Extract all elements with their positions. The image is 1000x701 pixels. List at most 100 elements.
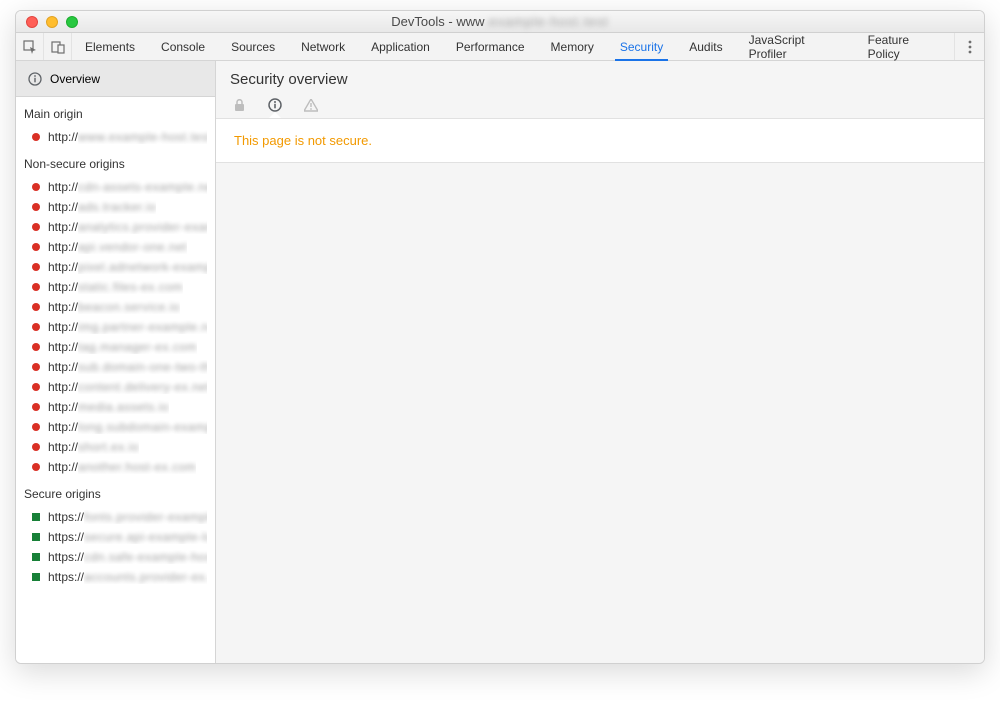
origin-url: http://beacon.service.io xyxy=(48,300,180,314)
tab-sources[interactable]: Sources xyxy=(218,33,288,60)
secure-indicator-icon xyxy=(32,513,40,521)
origin-item[interactable]: http://pixel.adnetwork-example.org xyxy=(16,257,215,277)
close-window-button[interactable] xyxy=(26,16,38,28)
origin-scheme: http:// xyxy=(48,420,78,434)
tab-console[interactable]: Console xyxy=(148,33,218,60)
origin-url: https://accounts.provider-ex.com xyxy=(48,570,207,584)
origin-host: media.assets.io xyxy=(78,400,169,414)
origin-item[interactable]: http://media.assets.io xyxy=(16,397,215,417)
origin-host: img.partner-example.net xyxy=(78,320,207,334)
zoom-window-button[interactable] xyxy=(66,16,78,28)
origin-host: cdn.safe-example-host.io xyxy=(84,550,207,564)
origin-host: another.host-ex.com xyxy=(78,460,196,474)
origin-host: secure.api-example-long.net xyxy=(84,530,207,544)
tab-performance[interactable]: Performance xyxy=(443,33,538,60)
origin-host: fonts.provider-example.com xyxy=(84,510,207,524)
secure-indicator-icon xyxy=(32,533,40,541)
tab-feature-policy[interactable]: Feature Policy xyxy=(855,33,954,60)
insecure-indicator-icon xyxy=(32,223,40,231)
origin-item[interactable]: http://beacon.service.io xyxy=(16,297,215,317)
inspect-element-icon[interactable] xyxy=(16,33,44,60)
origin-url: http://sub.domain-one-two-three.example xyxy=(48,360,207,374)
origin-item[interactable]: https://accounts.provider-ex.com xyxy=(16,567,215,587)
origin-item[interactable]: http://tag.manager-ex.com xyxy=(16,337,215,357)
info-icon xyxy=(28,72,42,86)
origin-host: beacon.service.io xyxy=(78,300,180,314)
origin-item[interactable]: http://img.partner-example.net xyxy=(16,317,215,337)
tab-network[interactable]: Network xyxy=(288,33,358,60)
insecure-indicator-icon xyxy=(32,443,40,451)
insecure-indicator-icon xyxy=(32,203,40,211)
tab-memory[interactable]: Memory xyxy=(538,33,607,60)
origin-url: http://another.host-ex.com xyxy=(48,460,196,474)
origin-item[interactable]: https://cdn.safe-example-host.io xyxy=(16,547,215,567)
more-options-icon[interactable] xyxy=(954,33,984,60)
origin-scheme: http:// xyxy=(48,130,78,144)
origin-item[interactable]: http://cdn-assets-example.net xyxy=(16,177,215,197)
minimize-window-button[interactable] xyxy=(46,16,58,28)
tab-security[interactable]: Security xyxy=(607,33,676,60)
origin-item[interactable]: http://sub.domain-one-two-three.example xyxy=(16,357,215,377)
insecure-indicator-icon xyxy=(32,343,40,351)
insecure-indicator-icon xyxy=(32,383,40,391)
sidebar-overview-item[interactable]: Overview xyxy=(16,61,215,97)
insecure-indicator-icon xyxy=(32,323,40,331)
insecure-indicator-icon xyxy=(32,243,40,251)
origin-url: http://content.delivery-ex.net xyxy=(48,380,207,394)
origin-host: long.subdomain-example-host.org xyxy=(78,420,207,434)
origin-item[interactable]: http://short.ex.io xyxy=(16,437,215,457)
insecure-indicator-icon xyxy=(32,403,40,411)
window-title: DevTools - www.example-host.test xyxy=(16,14,984,29)
tab-audits[interactable]: Audits xyxy=(676,33,735,60)
sidebar-secure-header: Secure origins xyxy=(16,477,215,507)
origin-item[interactable]: https://secure.api-example-long.net xyxy=(16,527,215,547)
origin-url: http://long.subdomain-example-host.org xyxy=(48,420,207,434)
security-message-text: This page is not secure. xyxy=(234,133,372,148)
origin-url: https://cdn.safe-example-host.io xyxy=(48,550,207,564)
origin-item[interactable]: http://api.vendor-one.net xyxy=(16,237,215,257)
origin-url: http://tag.manager-ex.com xyxy=(48,340,197,354)
insecure-indicator-icon xyxy=(32,363,40,371)
titlebar: DevTools - www.example-host.test xyxy=(16,11,984,33)
origin-url: http://cdn-assets-example.net xyxy=(48,180,207,194)
tab-javascript-profiler[interactable]: JavaScript Profiler xyxy=(736,33,855,60)
origin-host: sub.domain-one-two-three.example xyxy=(78,360,207,374)
window-controls xyxy=(16,16,78,28)
origin-scheme: https:// xyxy=(48,530,84,544)
origin-item[interactable]: http://static.files-ex.com xyxy=(16,277,215,297)
origin-url: https://secure.api-example-long.net xyxy=(48,530,207,544)
origin-item[interactable]: http://long.subdomain-example-host.org xyxy=(16,417,215,437)
origin-scheme: http:// xyxy=(48,260,78,274)
info-status-icon[interactable] xyxy=(268,98,282,112)
origin-url: http://api.vendor-one.net xyxy=(48,240,187,254)
insecure-indicator-icon xyxy=(32,463,40,471)
origin-item[interactable]: https://fonts.provider-example.com xyxy=(16,507,215,527)
origin-url: https://fonts.provider-example.com xyxy=(48,510,207,524)
origin-scheme: http:// xyxy=(48,340,78,354)
insecure-indicator-icon xyxy=(32,183,40,191)
origin-host: accounts.provider-ex.com xyxy=(84,570,207,584)
origin-item[interactable]: http://ads.tracker.io xyxy=(16,197,215,217)
security-main-panel: Security overview This page is not secur… xyxy=(216,61,984,663)
origin-item[interactable]: http://www.example-host.test xyxy=(16,127,215,147)
origin-item[interactable]: http://analytics.provider-example.com xyxy=(16,217,215,237)
origin-url: http://media.assets.io xyxy=(48,400,169,414)
tab-elements[interactable]: Elements xyxy=(72,33,148,60)
security-sidebar: Overview Main origin http://www.example-… xyxy=(16,61,216,663)
origin-scheme: http:// xyxy=(48,240,78,254)
origin-host: cdn-assets-example.net xyxy=(78,180,207,194)
security-overview-header: Security overview xyxy=(216,61,984,118)
origin-host: api.vendor-one.net xyxy=(78,240,187,254)
origin-url: http://img.partner-example.net xyxy=(48,320,207,334)
origin-scheme: https:// xyxy=(48,510,84,524)
device-toolbar-icon[interactable] xyxy=(44,33,72,60)
origin-scheme: http:// xyxy=(48,440,78,454)
origin-item[interactable]: http://content.delivery-ex.net xyxy=(16,377,215,397)
origin-item[interactable]: http://another.host-ex.com xyxy=(16,457,215,477)
warning-triangle-icon[interactable] xyxy=(304,98,318,112)
origin-url: http://static.files-ex.com xyxy=(48,280,183,294)
origin-scheme: http:// xyxy=(48,180,78,194)
lock-icon[interactable] xyxy=(232,98,246,112)
tab-application[interactable]: Application xyxy=(358,33,443,60)
origin-scheme: http:// xyxy=(48,400,78,414)
